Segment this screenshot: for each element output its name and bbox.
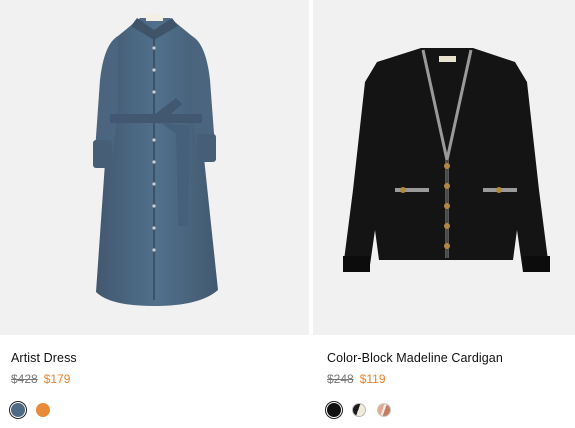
product-name[interactable]: Color-Block Madeline Cardigan	[327, 351, 503, 365]
swatch-blue[interactable]	[11, 403, 25, 417]
swatch-black-cream[interactable]	[352, 403, 366, 417]
price-row: $428 $179	[11, 372, 70, 386]
swatch-orange[interactable]	[36, 403, 50, 417]
color-swatches	[11, 403, 50, 417]
sale-price: $179	[43, 372, 71, 386]
swatch-black[interactable]	[327, 403, 341, 417]
sale-price: $119	[359, 372, 386, 386]
color-swatches	[327, 403, 391, 417]
original-price: $428	[11, 372, 38, 386]
product-card-madeline-cardigan[interactable]: Color-Block Madeline Cardigan $248 $119	[313, 0, 575, 428]
cardigan-illustration	[343, 48, 550, 272]
dress-illustration	[93, 14, 218, 306]
product-grid: Artist Dress $428 $179 Color-Block Madel…	[0, 0, 575, 428]
product-image-madeline-cardigan[interactable]	[313, 0, 575, 335]
product-image-artist-dress[interactable]	[0, 0, 309, 335]
product-card-artist-dress[interactable]: Artist Dress $428 $179	[0, 0, 309, 428]
product-name[interactable]: Artist Dress	[11, 351, 77, 365]
swatch-pink-stripe[interactable]	[377, 403, 391, 417]
price-row: $248 $119	[327, 372, 386, 386]
original-price: $248	[327, 372, 354, 386]
